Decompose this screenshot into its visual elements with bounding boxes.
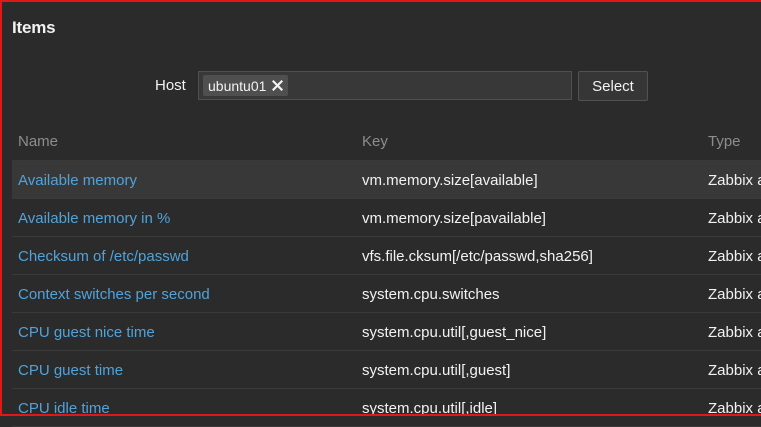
page-title: Items bbox=[12, 18, 56, 37]
item-name-link[interactable]: Available memory bbox=[18, 172, 137, 189]
item-type: Zabbix a bbox=[708, 172, 761, 189]
item-key: vm.memory.size[available] bbox=[362, 172, 538, 189]
table-row: CPU guest time system.cpu.util[,guest] Z… bbox=[12, 351, 761, 389]
column-header-name[interactable]: Name bbox=[18, 133, 58, 150]
host-label: Host bbox=[155, 77, 186, 94]
item-name-link[interactable]: Context switches per second bbox=[18, 286, 210, 303]
table-row: CPU idle time system.cpu.util[,idle] Zab… bbox=[12, 389, 761, 427]
item-name-link[interactable]: CPU guest time bbox=[18, 362, 123, 379]
host-chip: ubuntu01 bbox=[203, 75, 289, 96]
item-type: Zabbix a bbox=[708, 210, 761, 227]
item-type: Zabbix a bbox=[708, 400, 761, 417]
item-key: system.cpu.util[,idle] bbox=[362, 400, 498, 417]
item-type: Zabbix a bbox=[708, 248, 761, 265]
select-host-button[interactable]: Select bbox=[578, 71, 648, 101]
table-row: Checksum of /etc/passwd vfs.file.cksum[/… bbox=[12, 237, 761, 275]
table-row: Available memory vm.memory.size[availabl… bbox=[12, 161, 761, 199]
item-name-link[interactable]: Checksum of /etc/passwd bbox=[18, 248, 189, 265]
item-key: system.cpu.util[,guest_nice] bbox=[362, 324, 547, 341]
host-chip-label: ubuntu01 bbox=[208, 77, 267, 94]
item-name-link[interactable]: Available memory in % bbox=[18, 210, 170, 227]
item-key: system.cpu.switches bbox=[362, 286, 500, 303]
host-filter: Host ubuntu01 Select bbox=[0, 70, 761, 102]
close-icon[interactable] bbox=[270, 79, 284, 93]
item-key: vfs.file.cksum[/etc/passwd,sha256] bbox=[362, 248, 593, 265]
item-name-link[interactable]: CPU guest nice time bbox=[18, 324, 155, 341]
item-key: vm.memory.size[pavailable] bbox=[362, 210, 546, 227]
column-header-type[interactable]: Type bbox=[708, 133, 741, 150]
item-type: Zabbix a bbox=[708, 286, 761, 303]
table-row: CPU guest nice time system.cpu.util[,gue… bbox=[12, 313, 761, 351]
item-key: system.cpu.util[,guest] bbox=[362, 362, 511, 379]
items-table: Name Key Type Available memory vm.memory… bbox=[12, 122, 761, 427]
host-multiselect-input[interactable]: ubuntu01 bbox=[198, 71, 572, 100]
table-row: Available memory in % vm.memory.size[pav… bbox=[12, 199, 761, 237]
item-type: Zabbix a bbox=[708, 362, 761, 379]
table-header: Name Key Type bbox=[12, 122, 761, 161]
item-type: Zabbix a bbox=[708, 324, 761, 341]
column-header-key[interactable]: Key bbox=[362, 133, 388, 150]
item-name-link[interactable]: CPU idle time bbox=[18, 400, 110, 417]
table-row: Context switches per second system.cpu.s… bbox=[12, 275, 761, 313]
